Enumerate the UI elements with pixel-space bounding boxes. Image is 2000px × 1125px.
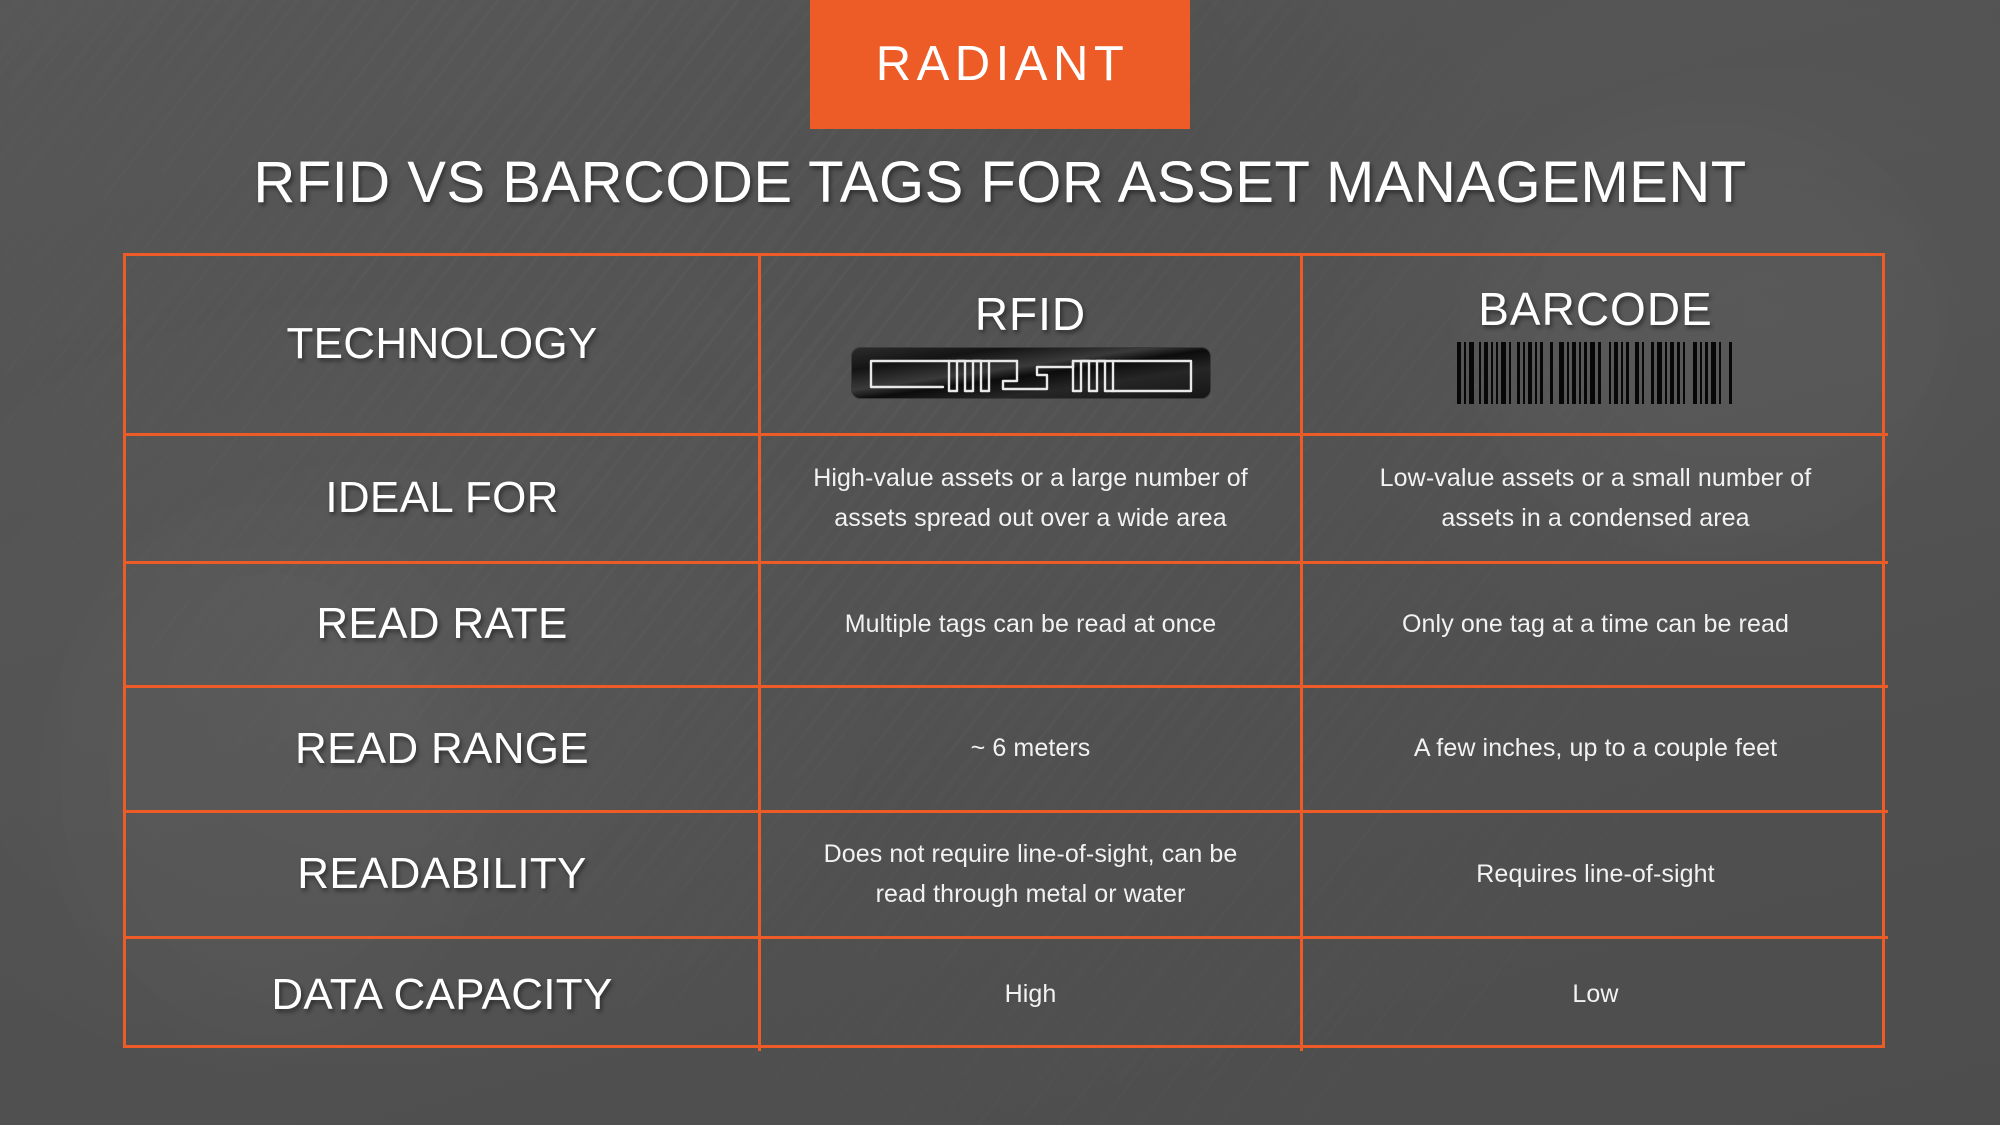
cell-text: High-value assets or a large number of a… bbox=[813, 464, 1248, 532]
infographic-canvas: RADIANT RFID VS BARCODE TAGS FOR ASSET M… bbox=[0, 0, 2000, 1125]
row-label-text: TECHNOLOGY bbox=[286, 319, 598, 369]
table-cell-barcode-ideal-for: Low-value assets or a small number of as… bbox=[1300, 433, 1888, 561]
table-row-label-read-range: READ RANGE bbox=[126, 685, 758, 810]
table-cell-rfid-readability: Does not require line-of-sight, can be r… bbox=[758, 810, 1300, 936]
row-label-text: READABILITY bbox=[297, 849, 587, 899]
comparison-table: TECHNOLOGY RFID BARCODE IDEAL FOR High-v… bbox=[123, 253, 1888, 1051]
table-row-label-data-capacity: DATA CAPACITY bbox=[126, 936, 758, 1051]
barcode-icon bbox=[1455, 341, 1737, 404]
rfid-tag-icon bbox=[850, 346, 1211, 399]
cell-text: A few inches, up to a couple feet bbox=[1413, 734, 1778, 763]
table-cell-rfid-ideal-for: High-value assets or a large number of a… bbox=[758, 433, 1300, 561]
table-row-label-readability: READABILITY bbox=[126, 810, 758, 936]
row-label-text: READ RATE bbox=[316, 599, 568, 649]
table-cell-barcode-readability: Requires line-of-sight bbox=[1300, 810, 1888, 936]
table-row-label-technology: TECHNOLOGY bbox=[126, 256, 758, 433]
table-cell-rfid-read-rate: Multiple tags can be read at once bbox=[758, 561, 1300, 685]
cell-text: Does not require line-of-sight, can be r… bbox=[823, 840, 1238, 908]
brand-logo-text: RADIANT bbox=[875, 37, 1130, 91]
table-cell-barcode-read-rate: Only one tag at a time can be read bbox=[1300, 561, 1888, 685]
cell-text: Multiple tags can be read at once bbox=[844, 609, 1217, 638]
table-cell-barcode-read-range: A few inches, up to a couple feet bbox=[1300, 685, 1888, 810]
table-cell-rfid-read-range: ~ 6 meters bbox=[758, 685, 1300, 810]
row-label-text: READ RANGE bbox=[295, 723, 589, 773]
row-label-text: DATA CAPACITY bbox=[271, 969, 613, 1019]
table-header-rfid: RFID bbox=[758, 256, 1300, 433]
column-header-label-rfid: RFID bbox=[974, 287, 1087, 340]
cell-text: Low bbox=[1572, 980, 1619, 1009]
cell-text: Requires line-of-sight bbox=[1476, 859, 1715, 888]
column-header-label-barcode: BARCODE bbox=[1478, 282, 1713, 335]
brand-logo: RADIANT bbox=[810, 0, 1190, 129]
cell-text: Low-value assets or a small number of as… bbox=[1379, 464, 1812, 532]
table-header-barcode: BARCODE bbox=[1300, 256, 1888, 433]
row-label-text: IDEAL FOR bbox=[325, 473, 559, 523]
table-row-label-ideal-for: IDEAL FOR bbox=[126, 433, 758, 561]
table-cell-rfid-data-capacity: High bbox=[758, 936, 1300, 1051]
cell-text: High bbox=[1004, 980, 1057, 1009]
table-row-label-read-rate: READ RATE bbox=[126, 561, 758, 685]
page-title: RFID VS BARCODE TAGS FOR ASSET MANAGEMEN… bbox=[253, 150, 1747, 215]
cell-text: Only one tag at a time can be read bbox=[1402, 609, 1789, 638]
table-cell-barcode-data-capacity: Low bbox=[1300, 936, 1888, 1051]
cell-text: ~ 6 meters bbox=[970, 734, 1091, 763]
